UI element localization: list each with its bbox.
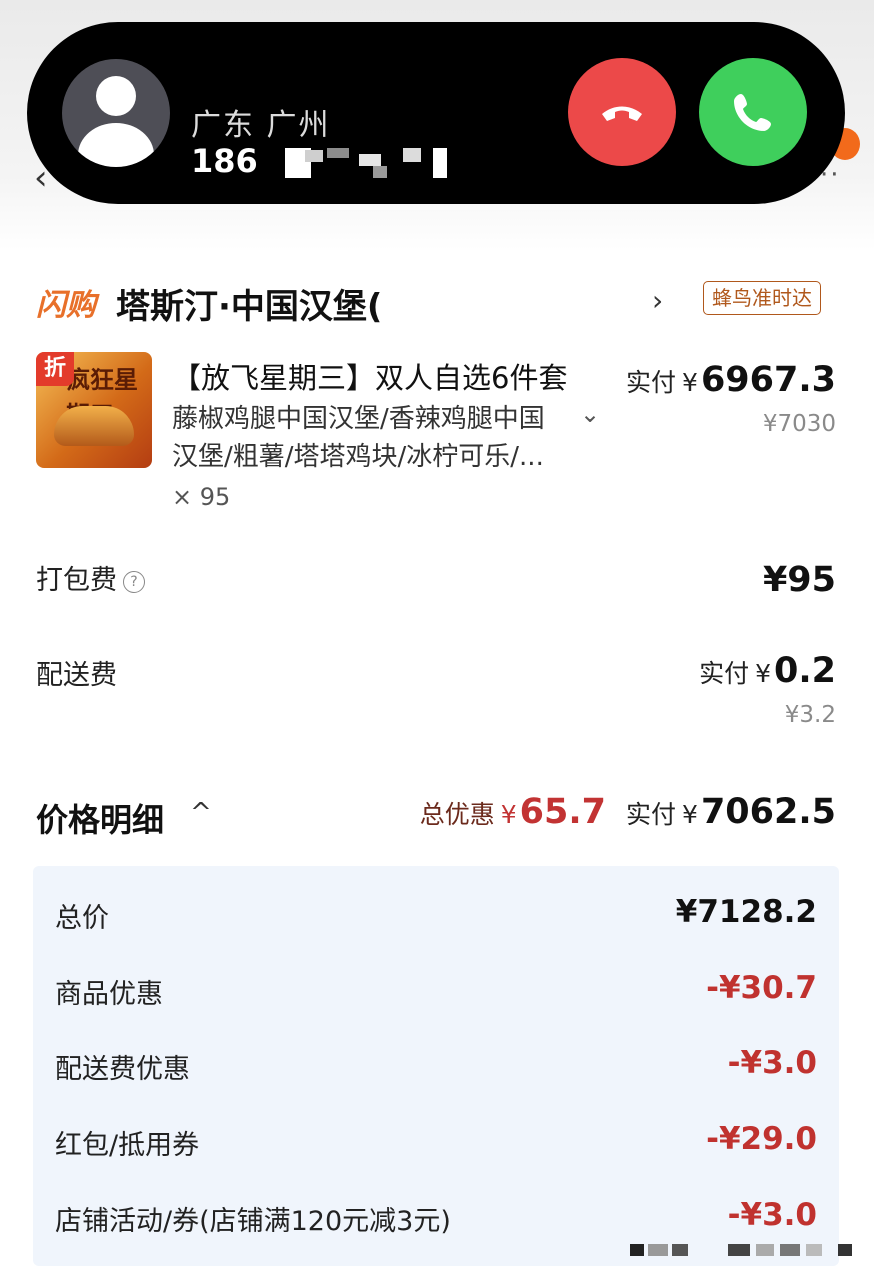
detail-value-delivery-discount: -¥3.0	[727, 1045, 817, 1081]
detail-label-item-discount: 商品优惠	[55, 979, 163, 1010]
total-paid-value: 7062.5	[700, 792, 836, 832]
detail-label-total: 总价	[55, 903, 109, 934]
help-icon[interactable]: ?	[123, 571, 145, 593]
product-image[interactable]: 疯狂星期三 折	[36, 352, 152, 468]
phone-icon	[734, 94, 771, 131]
price-detail-panel: 总价 ¥7128.2 商品优惠 -¥30.7 配送费优惠 -¥3.0 红包/抵用…	[33, 866, 839, 1266]
chevron-right-icon[interactable]: ›	[652, 284, 663, 317]
paid-label: 实付	[699, 659, 750, 688]
price-summary: 总优惠 ¥ 65.7 实付 ¥ 7062.5	[420, 792, 836, 832]
packing-fee: ¥95	[763, 560, 836, 600]
burger-picture	[54, 406, 134, 446]
product-desc-line2: 汉堡/粗薯/塔塔鸡块/冰柠可乐/...	[172, 442, 544, 472]
detail-value-total: ¥7128.2	[675, 894, 817, 930]
packing-fee-label: 打包费?	[36, 558, 145, 597]
product-price: 实付 ¥ 6967.3	[626, 360, 836, 400]
detail-label-delivery-discount: 配送费优惠	[55, 1054, 190, 1085]
detail-value-coupon: -¥29.0	[706, 1121, 817, 1157]
phone-hangup-icon	[602, 106, 642, 121]
caller-location: 广东 广州	[191, 108, 331, 143]
chevron-up-icon[interactable]: ^	[190, 798, 212, 828]
delivery-original-price: ¥3.2	[784, 702, 836, 728]
currency-symbol: ¥	[500, 800, 517, 829]
packing-fee-value: ¥95	[762, 560, 836, 600]
detail-label-store-promo: 店铺活动/券(店铺满120元减3元)	[55, 1206, 451, 1237]
delivery-fee: 实付 ¥ 0.2	[699, 651, 836, 691]
product-quantity: × 95	[172, 483, 231, 511]
product-description[interactable]: 藤椒鸡腿中国汉堡/香辣鸡腿中国 汉堡/粗薯/塔塔鸡块/冰柠可乐/...	[172, 400, 576, 476]
detail-value-item-discount: -¥30.7	[706, 970, 817, 1006]
accept-call-button[interactable]	[699, 58, 807, 166]
currency-symbol: ¥	[755, 659, 771, 688]
product-desc-line1: 藤椒鸡腿中国汉堡/香辣鸡腿中国	[172, 404, 545, 434]
incoming-call-banner[interactable]: 广东 广州 186	[27, 22, 845, 204]
total-discount-label: 总优惠	[419, 800, 495, 829]
product-original-price: ¥7030	[762, 411, 836, 437]
delivery-fee-label: 配送费	[36, 660, 117, 691]
product-title[interactable]: 【放飞星期三】双人自选6件套	[172, 355, 567, 397]
delivery-badge: 蜂鸟准时达	[703, 281, 821, 315]
price-detail-title[interactable]: 价格明细	[36, 795, 164, 841]
packing-fee-text: 打包费	[36, 565, 117, 596]
caller-avatar	[62, 59, 170, 167]
currency-symbol: ¥	[682, 800, 698, 829]
delivery-paid-value: 0.2	[773, 651, 836, 691]
currency-symbol: ¥	[682, 368, 698, 397]
store-name[interactable]: 塔斯汀·中国汉堡(	[116, 279, 382, 328]
discount-tag: 折	[36, 352, 74, 386]
product-paid-value: 6967.3	[700, 360, 836, 400]
paid-label: 实付	[626, 368, 677, 397]
detail-value-store-promo: -¥3.0	[727, 1197, 817, 1233]
chevron-down-icon[interactable]: ⌄	[580, 400, 600, 428]
caller-number: 186	[191, 142, 258, 180]
store-brand-logo: 闪购	[36, 288, 96, 323]
paid-label: 实付	[626, 800, 677, 829]
total-discount-value: 65.7	[519, 792, 607, 832]
decline-call-button[interactable]	[568, 58, 676, 166]
detail-label-coupon: 红包/抵用券	[55, 1130, 200, 1161]
